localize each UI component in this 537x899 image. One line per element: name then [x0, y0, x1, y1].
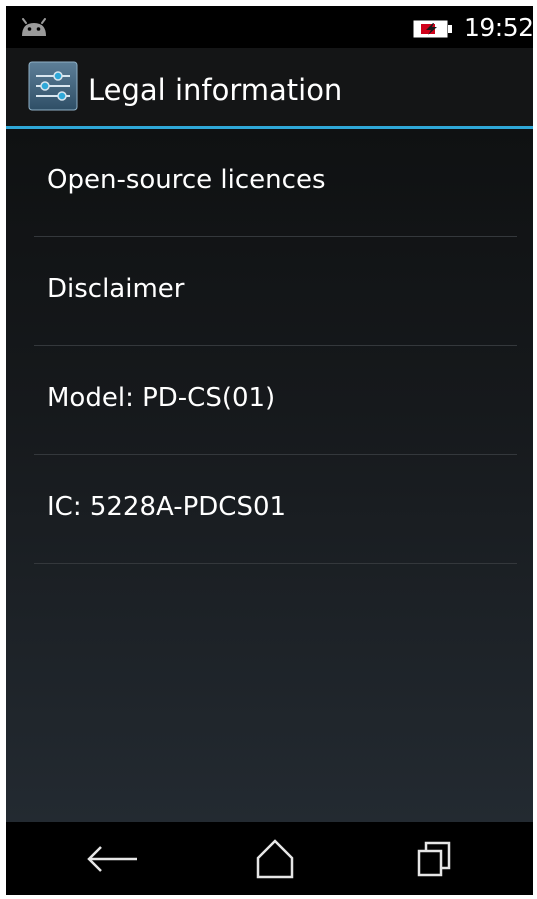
- settings-list: Open-source licences Disclaimer Model: P…: [6, 129, 533, 822]
- battery-charging-icon: [413, 20, 453, 43]
- list-item-open-source-licences[interactable]: Open-source licences: [34, 129, 517, 237]
- page-title: Legal information: [88, 73, 343, 107]
- back-button[interactable]: [63, 822, 163, 895]
- list-item-label: Disclaimer: [47, 274, 185, 304]
- status-bar: 19:52: [6, 6, 533, 48]
- list-item-label: Open-source licences: [47, 165, 326, 195]
- list-item-ic[interactable]: IC: 5228A-PDCS01: [34, 456, 517, 564]
- android-icon: [20, 18, 48, 41]
- status-clock: 19:52: [464, 13, 533, 42]
- list-item-label: IC: 5228A-PDCS01: [47, 492, 287, 522]
- home-button[interactable]: [225, 822, 325, 895]
- settings-icon[interactable]: [28, 61, 78, 116]
- navigation-bar: [6, 822, 533, 895]
- recents-button[interactable]: [384, 822, 484, 895]
- list-item-disclaimer[interactable]: Disclaimer: [34, 238, 517, 346]
- list-item-model[interactable]: Model: PD-CS(01): [34, 347, 517, 455]
- action-bar: Legal information: [6, 48, 533, 126]
- list-item-label: Model: PD-CS(01): [47, 383, 276, 413]
- device-screen: 19:52 Legal information Open-source lice…: [6, 6, 533, 895]
